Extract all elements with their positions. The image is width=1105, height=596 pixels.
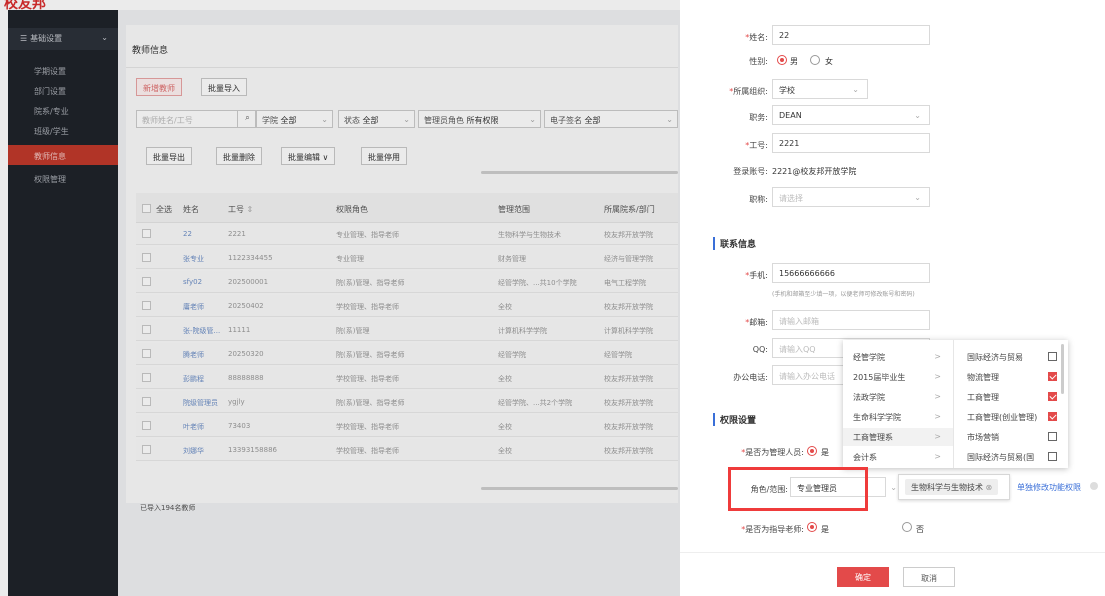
cascader-major-option[interactable]: 市场营销 (967, 428, 1057, 446)
major-checkbox[interactable] (1048, 452, 1057, 461)
title-select[interactable]: 请选择 ⌄ (772, 187, 930, 207)
cascader-option[interactable]: 2015届毕业生 > (843, 368, 953, 386)
chevron-right-icon: > (934, 432, 941, 441)
major-checkbox[interactable] (1048, 372, 1057, 381)
is-advisor-yes-label: 是 (821, 525, 829, 534)
org-select[interactable]: 学校 ⌄ (772, 79, 868, 99)
is-admin-yes-radio[interactable] (807, 446, 817, 456)
position-select[interactable]: DEAN ⌄ (772, 105, 930, 125)
is-advisor-no-label: 否 (916, 525, 924, 534)
highlight-box (728, 467, 868, 511)
gender-male-radio[interactable] (777, 55, 787, 65)
position-label: 职务: (749, 113, 768, 122)
org-label: *所属组织: (729, 87, 768, 96)
edit-function-permission-link[interactable]: 单独修改功能权限 (1017, 482, 1081, 493)
qq-label: QQ: (752, 345, 768, 354)
chevron-down-icon: ⌄ (914, 193, 921, 202)
cancel-button[interactable]: 取消 (903, 567, 955, 587)
major-checkbox[interactable] (1048, 432, 1057, 441)
chevron-down-icon: ⌄ (852, 85, 859, 94)
cascader-major-option[interactable]: 工商管理(创业管理) (967, 408, 1057, 426)
title-label: 职称: (749, 195, 768, 204)
gender-female-label: 女 (825, 57, 833, 66)
cascader-major-option[interactable]: 国际经济与贸易 (967, 348, 1057, 366)
login-label: 登录账号: (733, 167, 768, 176)
is-advisor-label: *是否为指导老师: (741, 525, 804, 534)
phone-input[interactable]: 15666666666 (772, 263, 930, 283)
confirm-button[interactable]: 确定 (837, 567, 889, 587)
is-advisor-no-radio[interactable] (902, 522, 912, 532)
cascader-scrollbar[interactable] (1061, 344, 1064, 394)
chevron-right-icon: > (934, 392, 941, 401)
cascader-option[interactable]: 工商管理系 > (843, 428, 953, 446)
is-admin-yes-label: 是 (821, 448, 829, 457)
name-input[interactable]: 22 (772, 25, 930, 45)
cascader-option[interactable]: 法政学院 > (843, 388, 953, 406)
footer-divider (680, 552, 1105, 553)
cascader-major-option[interactable]: 国际经济与贸易(国 (967, 448, 1057, 466)
email-input[interactable]: 请输入邮箱 (772, 310, 930, 330)
name-label: *姓名: (745, 33, 768, 42)
close-icon[interactable]: ⊗ (986, 483, 993, 492)
chevron-down-icon: ⌄ (890, 483, 897, 492)
chevron-right-icon: > (934, 412, 941, 421)
phone-label: *手机: (745, 271, 768, 280)
email-label: *邮箱: (745, 318, 768, 327)
chevron-down-icon: ⌄ (914, 111, 921, 120)
cascader-option[interactable]: 生命科学学院 > (843, 408, 953, 426)
cascader-major-option[interactable]: 物流管理 (967, 368, 1057, 386)
cascader-divider (953, 340, 954, 468)
contact-section-title: 联系信息 (713, 237, 756, 250)
is-admin-label: *是否为管理人员: (741, 448, 804, 457)
overlay-mask[interactable] (0, 0, 680, 596)
help-icon (1090, 482, 1098, 490)
chevron-right-icon: > (934, 452, 941, 461)
cascader-major-option[interactable]: 工商管理 (967, 388, 1057, 406)
login-value: 2221@校友邦开放学院 (772, 167, 857, 176)
gender-male-label: 男 (790, 57, 798, 66)
staff-id-input[interactable]: 2221 (772, 133, 930, 153)
permission-section-title: 权限设置 (713, 413, 756, 426)
chevron-right-icon: > (934, 352, 941, 361)
office-phone-label: 办公电话: (733, 373, 768, 382)
scope-cascader-dropdown: 经管学院 > 2015届毕业生 > 法政学院 > 生命科学学院 > 工商管理系 > 会计系 > 国际经… (843, 340, 1068, 468)
major-checkbox[interactable] (1048, 392, 1057, 401)
staff-id-label: *工号: (745, 141, 768, 150)
gender-label: 性别: (749, 57, 768, 66)
major-checkbox[interactable] (1048, 412, 1057, 421)
phone-hint: (手机和邮箱至少填一项，以便老师可修改账号和密码) (772, 291, 915, 298)
cascader-option[interactable]: 会计系 > (843, 448, 953, 466)
chevron-right-icon: > (934, 372, 941, 381)
major-checkbox[interactable] (1048, 352, 1057, 361)
gender-female-radio[interactable] (810, 55, 820, 65)
scope-tag[interactable]: 生物科学与生物技术 ⊗ (905, 479, 999, 495)
scope-select[interactable]: 生物科学与生物技术 ⊗ (898, 474, 1010, 500)
cascader-option[interactable]: 经管学院 > (843, 348, 953, 366)
is-advisor-yes-radio[interactable] (807, 522, 817, 532)
